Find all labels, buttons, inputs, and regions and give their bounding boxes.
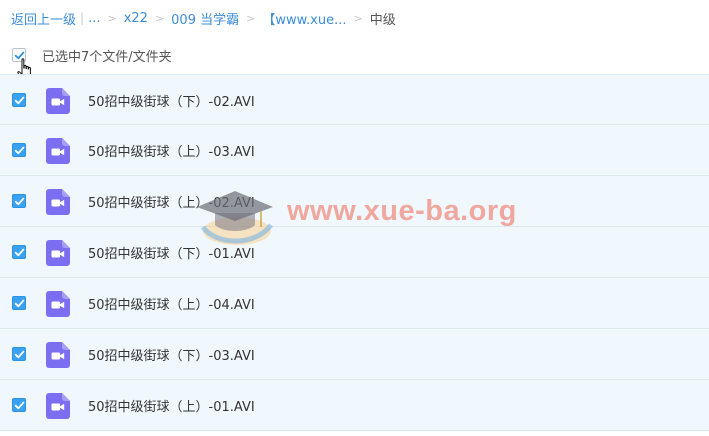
checkmark-icon bbox=[14, 350, 24, 358]
file-checkbox[interactable] bbox=[12, 296, 26, 310]
file-row[interactable]: 50招中级街球（上）-02.AVI bbox=[0, 176, 709, 227]
selection-bar: 已选中7个文件/文件夹 bbox=[12, 46, 172, 65]
breadcrumb-item-009[interactable]: 009 当学霸 bbox=[171, 9, 239, 28]
back-link[interactable]: 返回上一级 bbox=[11, 9, 76, 28]
checkmark-icon bbox=[14, 197, 24, 205]
file-row[interactable]: 50招中级街球（下）-02.AVI bbox=[0, 74, 709, 125]
file-checkbox[interactable] bbox=[12, 143, 26, 157]
video-file-icon bbox=[46, 393, 70, 419]
selection-count-label: 已选中7个文件/文件夹 bbox=[42, 49, 172, 65]
file-name[interactable]: 50招中级街球（下）-03.AVI bbox=[88, 345, 255, 364]
breadcrumb-separator: > bbox=[246, 11, 256, 25]
breadcrumb-item-www[interactable]: 【www.xue... bbox=[262, 9, 346, 28]
file-checkbox[interactable] bbox=[12, 93, 26, 107]
checkmark-icon bbox=[14, 401, 24, 409]
file-name[interactable]: 50招中级街球（上）-02.AVI bbox=[88, 192, 255, 211]
breadcrumb-item-x22[interactable]: x22 bbox=[124, 11, 148, 26]
file-checkbox[interactable] bbox=[12, 347, 26, 361]
breadcrumb-ellipsis[interactable]: ... bbox=[88, 11, 100, 26]
file-row[interactable]: 50招中级街球（上）-03.AVI bbox=[0, 125, 709, 176]
video-file-icon bbox=[46, 88, 70, 114]
file-list: 50招中级街球（下）-02.AVI 50招中级街球（上）-03.AVI 50招中… bbox=[0, 74, 709, 431]
checkmark-icon bbox=[14, 96, 24, 104]
video-file-icon bbox=[46, 189, 70, 215]
breadcrumb-current: 中级 bbox=[369, 12, 396, 28]
file-row[interactable]: 50招中级街球（下）-01.AVI bbox=[0, 227, 709, 278]
video-file-icon bbox=[46, 291, 70, 317]
file-name[interactable]: 50招中级街球（下）-02.AVI bbox=[88, 91, 255, 110]
file-checkbox[interactable] bbox=[12, 194, 26, 208]
file-name[interactable]: 50招中级街球（上）-01.AVI bbox=[88, 396, 255, 415]
file-checkbox[interactable] bbox=[12, 245, 26, 259]
breadcrumb-separator: > bbox=[154, 11, 165, 25]
file-row[interactable]: 50招中级街球（上）-01.AVI bbox=[0, 380, 709, 431]
video-file-icon bbox=[46, 342, 70, 368]
checkmark-icon bbox=[14, 248, 24, 256]
video-file-icon bbox=[46, 240, 70, 266]
file-name[interactable]: 50招中级街球（上）-04.AVI bbox=[88, 294, 255, 313]
file-name[interactable]: 50招中级街球（上）-03.AVI bbox=[88, 141, 255, 160]
video-file-icon bbox=[46, 138, 70, 164]
breadcrumb-divider: | bbox=[80, 11, 85, 25]
file-row[interactable]: 50招中级街球（上）-04.AVI bbox=[0, 278, 709, 329]
breadcrumb: 返回上一级 | ... > x22 > 009 当学霸 > 【www.xue..… bbox=[11, 9, 396, 28]
breadcrumb-separator: > bbox=[107, 11, 117, 25]
file-name[interactable]: 50招中级街球（下）-01.AVI bbox=[88, 243, 255, 262]
file-checkbox[interactable] bbox=[12, 398, 26, 412]
breadcrumb-separator: > bbox=[353, 11, 363, 25]
checkmark-icon bbox=[14, 299, 24, 307]
file-row[interactable]: 50招中级街球（下）-03.AVI bbox=[0, 329, 709, 380]
checkmark-icon bbox=[14, 146, 24, 154]
